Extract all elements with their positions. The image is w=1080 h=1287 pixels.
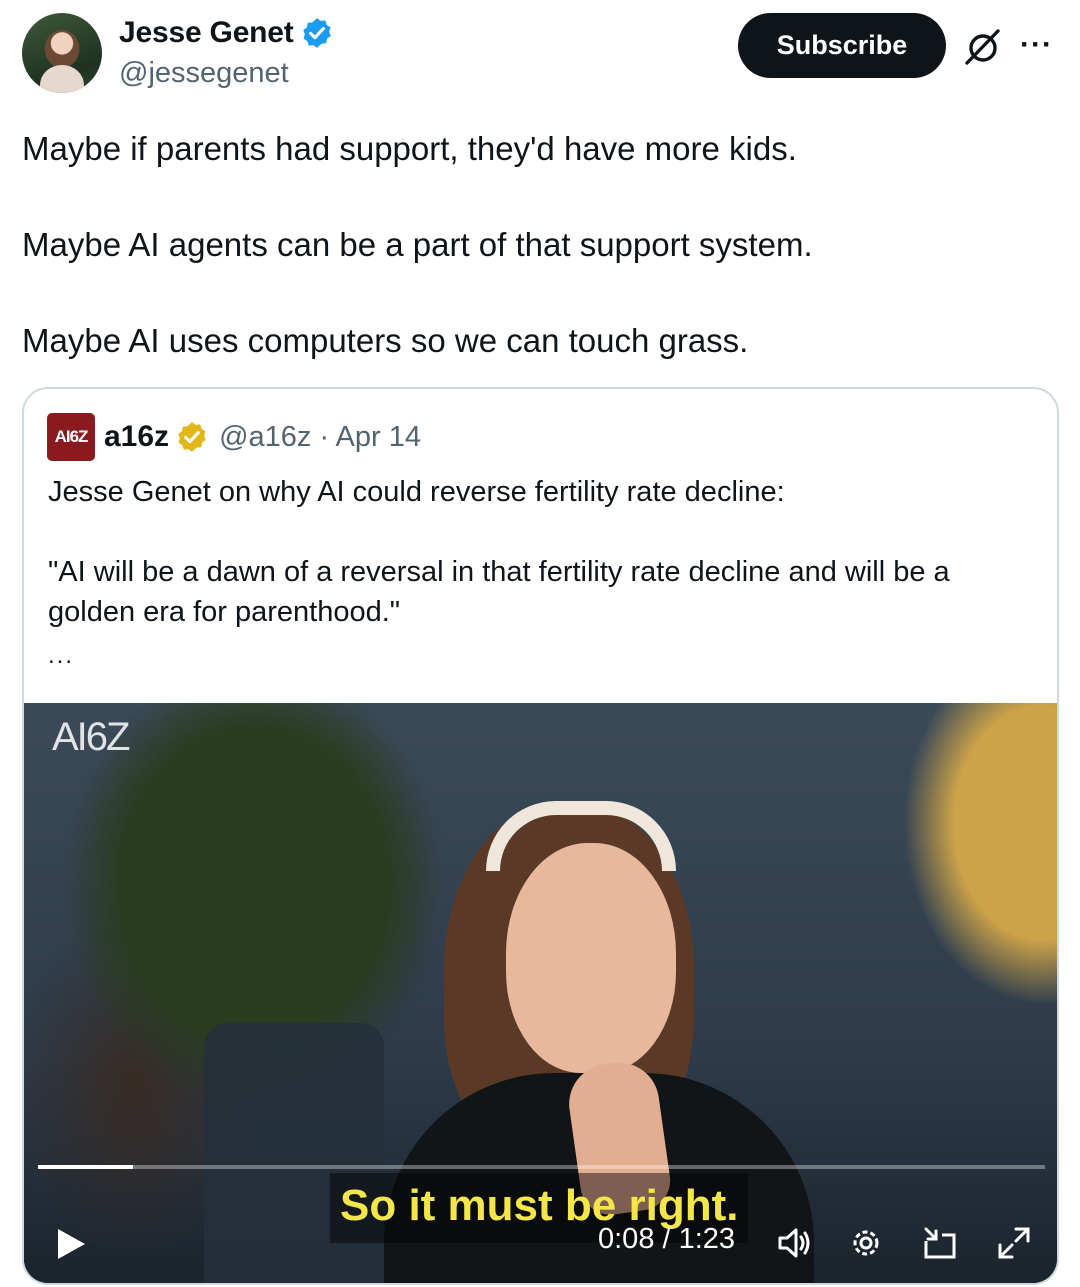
- tweet-header: Jesse Genet @jessegenet Subscribe ···: [0, 0, 1080, 110]
- quoted-handle-date[interactable]: @a16z · Apr 14: [219, 421, 421, 454]
- play-icon[interactable]: [54, 1227, 88, 1261]
- subscribe-button[interactable]: Subscribe: [738, 13, 946, 78]
- video-progress-track[interactable]: [38, 1165, 1045, 1169]
- avatar-body: [40, 65, 84, 93]
- quoted-author-name[interactable]: a16z: [104, 420, 169, 454]
- author-handle[interactable]: @jessegenet: [119, 57, 289, 90]
- tweet-paragraph: Maybe if parents had support, they'd hav…: [22, 130, 797, 167]
- quoted-tweet-header: AI6Z a16z @a16z · Apr 14: [47, 412, 421, 462]
- quoted-tweet-card[interactable]: AI6Z a16z @a16z · Apr 14 Jesse Genet on …: [22, 387, 1059, 1285]
- video-person-face: [506, 843, 676, 1073]
- truncation-ellipsis: ...: [48, 642, 75, 669]
- grok-icon[interactable]: [962, 27, 1002, 67]
- video-chair: [204, 1023, 384, 1283]
- video-progress-fill: [38, 1165, 133, 1169]
- volume-icon[interactable]: [774, 1223, 814, 1263]
- quoted-tweet-text: Jesse Genet on why AI could reverse fert…: [48, 472, 1043, 669]
- tweet-text: Maybe if parents had support, they'd hav…: [22, 125, 1062, 413]
- author-name-row: Jesse Genet: [119, 16, 334, 50]
- more-horizontal-icon[interactable]: ···: [1020, 30, 1060, 60]
- verified-badge-icon: [302, 18, 331, 48]
- settings-icon[interactable]: [846, 1223, 886, 1263]
- tweet-paragraph: Maybe AI uses computers so we can touch …: [22, 322, 749, 359]
- author-display-name[interactable]: Jesse Genet: [119, 16, 294, 50]
- gold-verified-badge-icon: [178, 422, 206, 452]
- fullscreen-icon[interactable]: [994, 1223, 1034, 1263]
- tweet-paragraph: Maybe AI agents can be a part of that su…: [22, 226, 813, 263]
- picture-in-picture-icon[interactable]: [920, 1223, 960, 1263]
- quoted-paragraph: Jesse Genet on why AI could reverse fert…: [48, 476, 785, 508]
- avatar[interactable]: [22, 13, 102, 93]
- a16z-logo[interactable]: AI6Z: [47, 413, 95, 461]
- quoted-paragraph: "AI will be a dawn of a reversal in that…: [48, 556, 950, 628]
- video-player[interactable]: AI6Z So it must be right. 0:08 / 1:23: [24, 703, 1057, 1283]
- video-time: 0:08 / 1:23: [598, 1223, 736, 1255]
- video-watermark: AI6Z: [52, 715, 130, 759]
